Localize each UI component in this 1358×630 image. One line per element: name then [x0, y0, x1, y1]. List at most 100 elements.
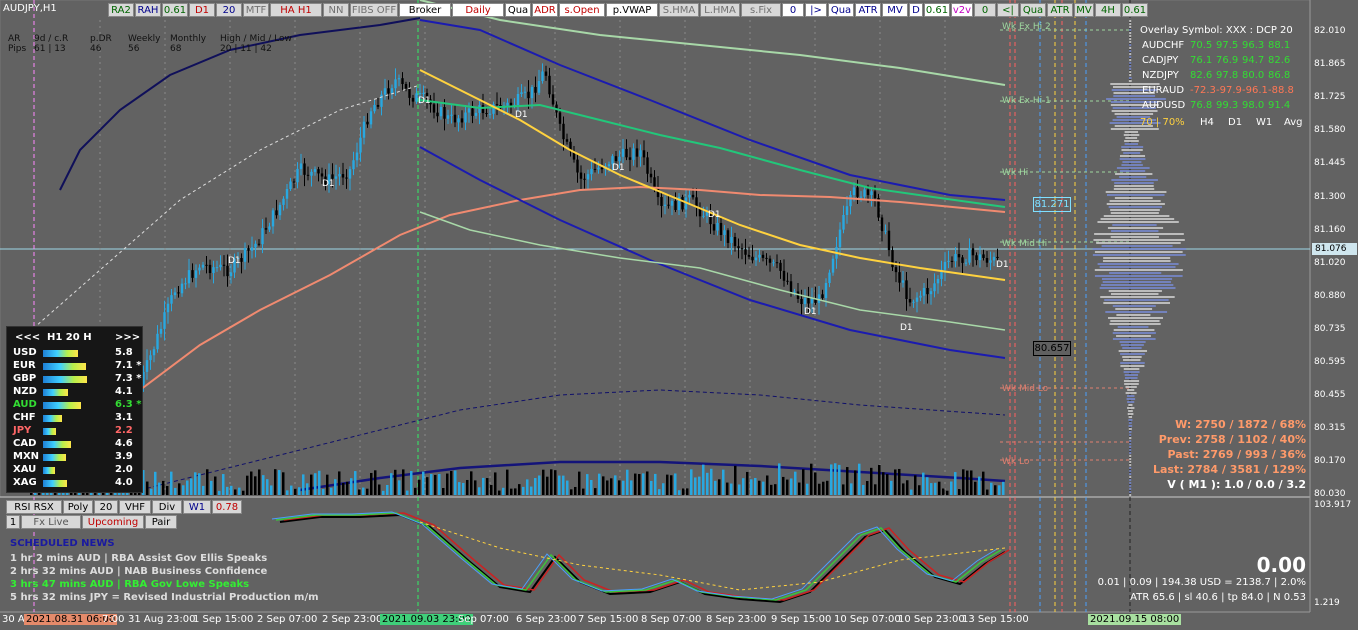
candle-body [842, 215, 845, 230]
candle-body [313, 169, 317, 172]
toolbar-button-9[interactable]: Broker [399, 3, 451, 17]
time-tick: 31 Aug 23:00 [128, 614, 196, 625]
d1-marker: D1 [418, 96, 431, 106]
toolbar-button-29[interactable]: ATR [1047, 3, 1073, 17]
subwindow-button[interactable]: Div [152, 500, 182, 514]
subwindow-button[interactable]: RSI RSX [6, 500, 62, 514]
news-item[interactable]: 2 hrs 32 mins AUD | NAB Business Confide… [10, 566, 267, 577]
subwindow-button[interactable]: VHF [119, 500, 151, 514]
stats-header: Monthly [170, 34, 207, 44]
overlay-symbol: EURAUD [1142, 85, 1185, 96]
candle-body [653, 177, 656, 188]
time-tick: 10 Sep 23:00 [898, 614, 965, 625]
candle-body [733, 236, 737, 247]
toolbar-button-5[interactable]: MTF [243, 3, 269, 17]
strength-currency: JPY [13, 425, 32, 436]
candle-body [691, 194, 695, 198]
subwindow-button[interactable]: Poly [63, 500, 93, 514]
toolbar-button-24[interactable]: 0.61 [924, 3, 950, 17]
strength-prev-button[interactable]: <<< [15, 332, 40, 343]
toolbar-button-18[interactable]: 0 [782, 3, 804, 17]
volume-bar [486, 478, 489, 495]
volume-bar [990, 482, 993, 495]
toolbar-button-19[interactable]: |> [805, 3, 827, 17]
volume-bar [682, 488, 685, 495]
sub-info-1: 0.01 | 0.09 | 194.38 USD = 2138.7 | 2.0% [1097, 577, 1306, 588]
toolbar-button-25[interactable]: v2v [951, 3, 973, 17]
volume-bar [786, 479, 789, 495]
toolbar-button-32[interactable]: 0.61 [1122, 3, 1148, 17]
candle-body [905, 280, 908, 300]
subwindow-tab[interactable]: Fx Live [21, 515, 81, 529]
toolbar-button-6[interactable]: HA H1 [270, 3, 322, 17]
toolbar-button-31[interactable]: 4H [1095, 3, 1121, 17]
toolbar-button-27[interactable]: <| [997, 3, 1019, 17]
volume-bar [282, 472, 285, 495]
candle-body [621, 148, 625, 157]
volume-profile-bar [1110, 320, 1160, 322]
candle-body [866, 189, 870, 196]
subwindow-button[interactable]: 20 [94, 500, 118, 514]
toolbar-button-4[interactable]: 20 [216, 3, 242, 17]
toolbar-button-20[interactable]: Qua [828, 3, 854, 17]
candle-body [453, 114, 457, 123]
toolbar-button-15[interactable]: S.HMA [659, 3, 699, 17]
volume-profile-bar [1124, 374, 1139, 376]
subwindow-button[interactable]: W1 [183, 500, 211, 514]
toolbar-button-1[interactable]: RAH [135, 3, 161, 17]
toolbar-button-23[interactable]: D [909, 3, 923, 17]
toolbar-button-11[interactable]: Qua [505, 3, 531, 17]
candle-body [408, 88, 411, 98]
candle-body [625, 148, 628, 158]
weekly-level-label: Wk Hi [1002, 168, 1029, 178]
candle-body [838, 229, 842, 248]
toolbar-button-30[interactable]: MV [1074, 3, 1094, 17]
candle-body [495, 104, 499, 106]
toolbar-button-12[interactable]: ADR [532, 3, 558, 17]
candle-body [674, 200, 677, 210]
candle-body [891, 250, 894, 268]
toolbar-button-16[interactable]: L.HMA [700, 3, 740, 17]
volume-bar [318, 470, 321, 495]
candle-body [978, 254, 982, 261]
volume-bar [762, 481, 765, 495]
volume-profile-bar [1094, 251, 1183, 253]
subwindow-tab[interactable]: Pair [145, 515, 177, 529]
subwindow-button[interactable]: 0.78 [212, 500, 242, 514]
volume-bar [322, 488, 325, 495]
toolbar-button-7[interactable]: NN [323, 3, 349, 17]
volume-profile-bar [1110, 212, 1159, 214]
toolbar-button-3[interactable]: D1 [189, 3, 215, 17]
volume-bar [502, 487, 505, 495]
candle-body [821, 294, 824, 299]
toolbar-button-2[interactable]: 0.61 [162, 3, 188, 17]
overlay-footer-col: D1 [1228, 117, 1243, 128]
candle-body [205, 264, 208, 266]
toolbar-button-22[interactable]: MV [882, 3, 908, 17]
volume-bar [202, 485, 205, 495]
price-tick: 80.455 [1314, 390, 1346, 401]
volume-profile-bar [1127, 401, 1135, 403]
toolbar-button-14[interactable]: p.VWAP [606, 3, 658, 17]
candle-body [870, 191, 873, 196]
volume-bar [182, 485, 185, 495]
news-item[interactable]: 1 hr 2 mins AUD | RBA Assist Gov Ellis S… [10, 553, 267, 564]
toolbar-button-17[interactable]: s.Fix [741, 3, 781, 17]
toolbar-button-21[interactable]: ATR [855, 3, 881, 17]
volume-bar [678, 490, 681, 495]
toolbar-button-8[interactable]: FIBS OFF [350, 3, 398, 17]
strength-next-button[interactable]: >>> [115, 332, 140, 343]
subwindow-tab[interactable]: 1 [6, 515, 20, 529]
news-item[interactable]: 3 hrs 47 mins AUD | RBA Gov Lowe Speaks [10, 579, 249, 590]
toolbar-button-0[interactable]: RA2 [108, 3, 134, 17]
news-item[interactable]: 5 hrs 32 mins JPY = Revised Industrial P… [10, 592, 319, 603]
strength-currency: AUD [13, 399, 37, 410]
toolbar-button-26[interactable]: 0 [974, 3, 996, 17]
toolbar-button-13[interactable]: s.Open [559, 3, 605, 17]
subwindow-tab[interactable]: Upcoming [82, 515, 144, 529]
volume-bar [234, 489, 237, 495]
volume-profile-bar [1112, 332, 1156, 334]
volume-bar [358, 489, 361, 495]
toolbar-button-28[interactable]: Qua [1020, 3, 1046, 17]
toolbar-button-10[interactable]: Daily [452, 3, 504, 17]
